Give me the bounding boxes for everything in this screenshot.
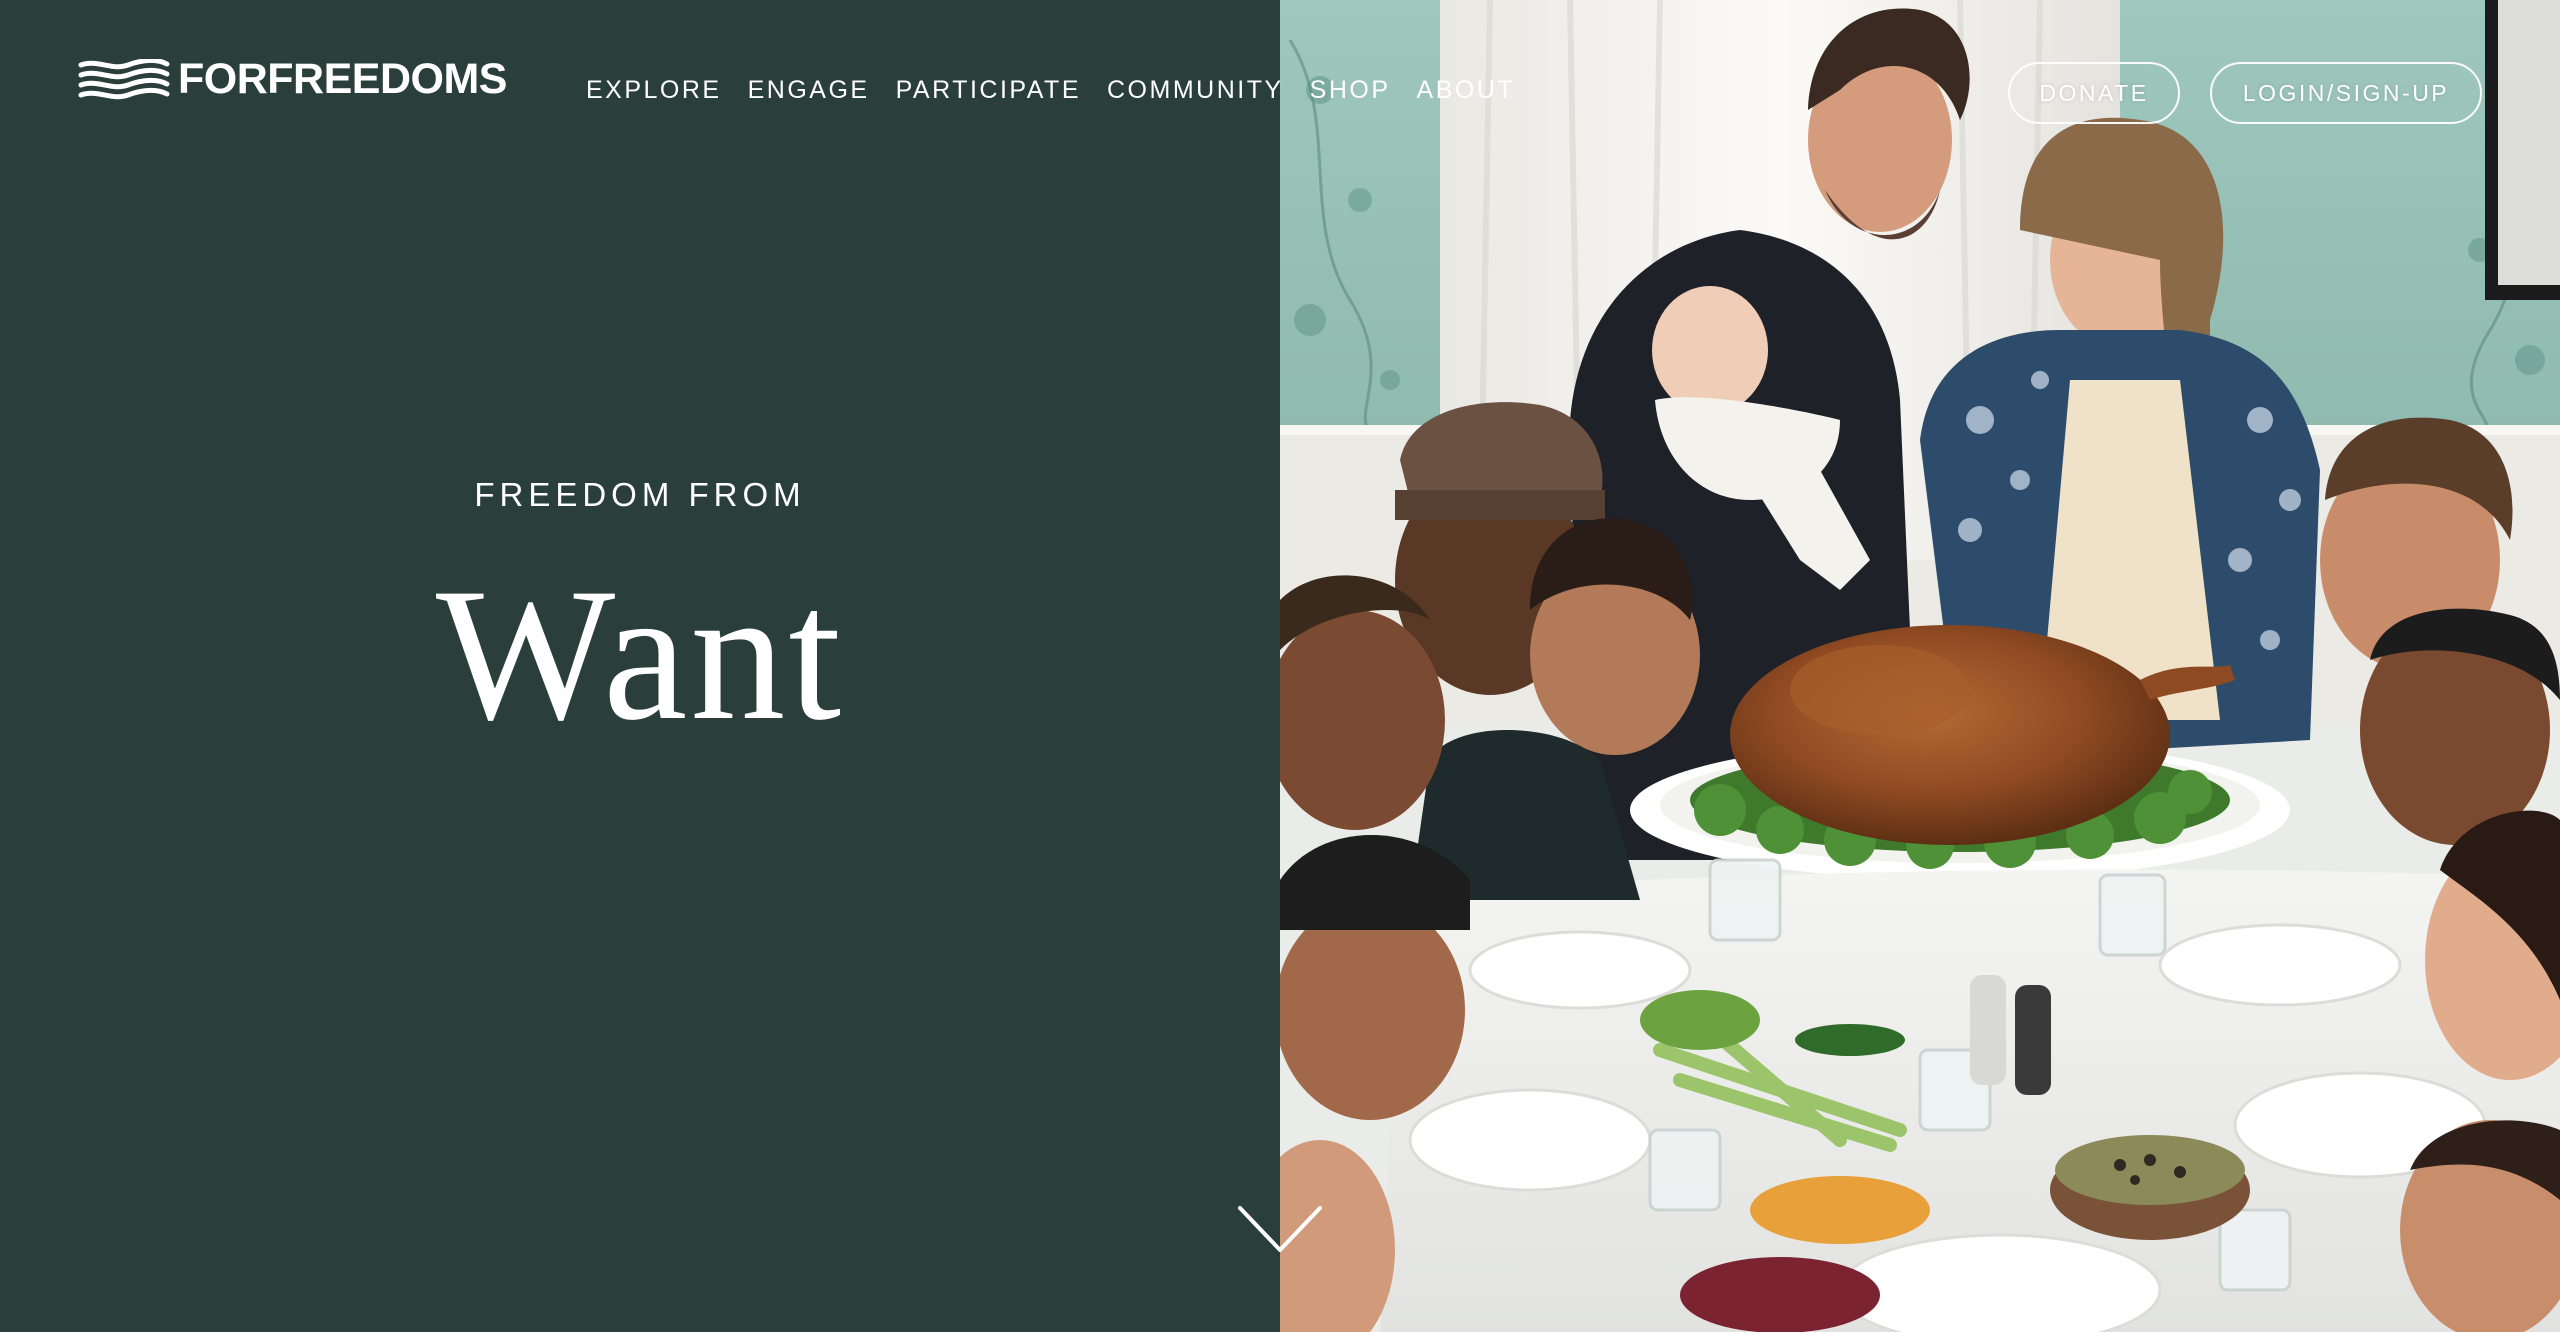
family-dinner-illustration — [1280, 0, 2560, 1332]
hero-eyebrow: FREEDOM FROM — [474, 476, 806, 513]
logo-text: FORFREEDOMS — [178, 55, 507, 103]
logo-link[interactable]: FORFREEDOMS — [78, 58, 507, 101]
main-nav: EXPLORE ENGAGE PARTICIPATE COMMUNITY SHO… — [586, 72, 1541, 108]
login-signup-button[interactable]: LOGIN/SIGN-UP — [2210, 62, 2482, 124]
nav-item-engage[interactable]: ENGAGE — [748, 72, 870, 108]
nav-item-shop[interactable]: SHOP — [1310, 72, 1391, 108]
waving-flag-icon — [78, 58, 170, 99]
nav-item-explore[interactable]: EXPLORE — [586, 72, 722, 108]
nav-item-community[interactable]: COMMUNITY — [1107, 72, 1284, 108]
donate-button[interactable]: DONATE — [2008, 62, 2180, 124]
nav-item-about[interactable]: ABOUT — [1417, 72, 1516, 108]
nav-item-participate[interactable]: PARTICIPATE — [896, 72, 1081, 108]
page: FORFREEDOMS EXPLORE ENGAGE PARTICIPATE C… — [0, 0, 2560, 1332]
hero-photo — [1280, 0, 2560, 1332]
hero-title: Want — [435, 550, 845, 760]
chevron-down-icon[interactable] — [1236, 1204, 1324, 1256]
